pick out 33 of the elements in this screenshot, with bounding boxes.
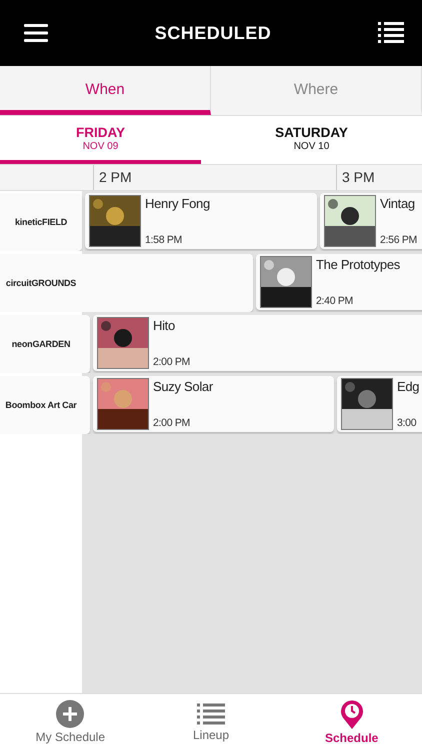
stage-name: circuitGROUNDS <box>4 278 78 288</box>
time-label: 2 PM <box>93 165 336 190</box>
artist-name: Henry Fong <box>145 196 210 211</box>
event-time: 3:00 <box>397 417 418 429</box>
artist-name: Edg <box>397 379 420 394</box>
time-label: 3 PM <box>336 165 422 190</box>
stage-name: Boombox Art Car <box>4 400 78 410</box>
event-time: 2:40 PM <box>316 295 354 307</box>
plus-circle-icon <box>56 700 84 728</box>
menu-button[interactable] <box>24 24 48 42</box>
list-view-button[interactable] <box>378 22 404 44</box>
event-card[interactable]: Suzy Solar 2:00 PM <box>93 376 334 432</box>
list-icon <box>378 22 404 44</box>
stage-name: kineticFIELD <box>14 217 68 227</box>
event-time: 2:00 PM <box>153 356 190 368</box>
event-card[interactable]: Hito 2:00 PM <box>93 315 422 371</box>
event-card[interactable]: Vintag 2:56 PM <box>320 193 422 249</box>
artist-name: Vintag <box>380 196 416 211</box>
event-time: 2:00 PM <box>153 417 192 429</box>
event-card[interactable]: The Prototypes 2:40 PM <box>256 254 422 310</box>
stage-name: neonGARDEN <box>10 339 72 349</box>
clock-pin-icon <box>340 699 364 729</box>
artist-name: Hito <box>153 318 176 333</box>
list-icon <box>197 702 225 726</box>
event-time: 2:56 PM <box>380 234 418 246</box>
screen-title: SCHEDULED <box>154 22 272 44</box>
event-card[interactable]: Edg 3:00 <box>337 376 422 432</box>
artist-name: Suzy Solar <box>153 379 213 394</box>
event-card[interactable]: Henry Fong 1:58 PM <box>85 193 317 249</box>
view-tab[interactable]: When <box>0 66 211 115</box>
menu-icon <box>24 24 48 42</box>
artist-name: The Prototypes <box>316 257 400 272</box>
event-time: 1:58 PM <box>145 234 184 246</box>
